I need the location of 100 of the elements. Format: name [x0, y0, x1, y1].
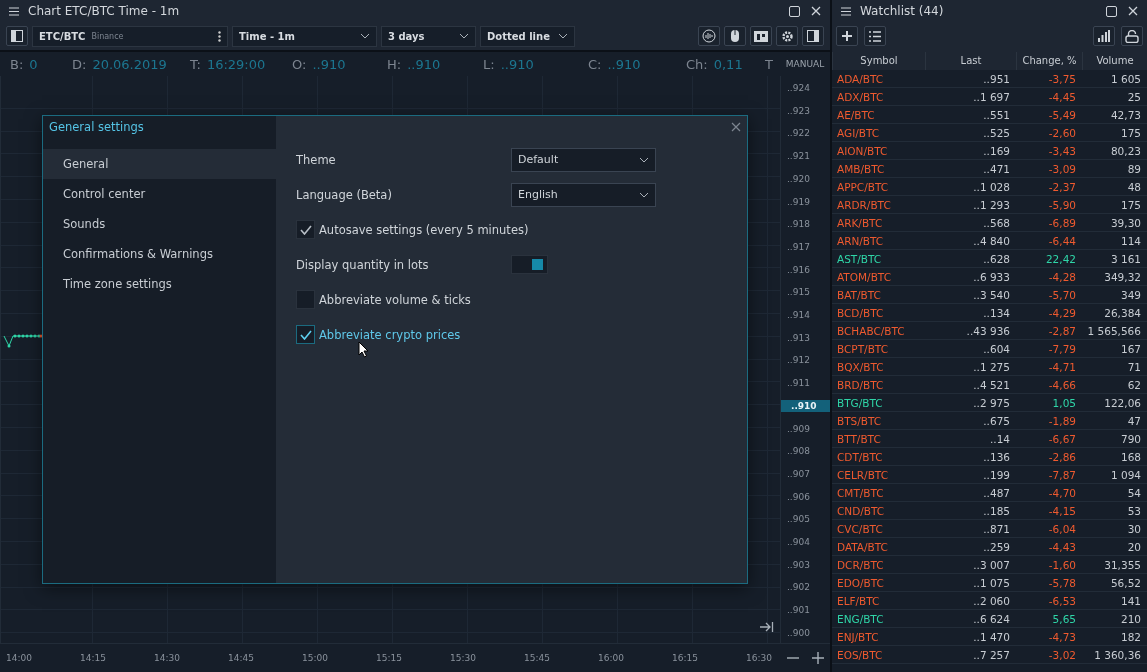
checkbox-label[interactable]: Abbreviate crypto prices — [319, 327, 461, 342]
nav-item[interactable]: Control center — [43, 179, 276, 209]
symbol-cell[interactable]: DCR/BTC — [832, 558, 925, 571]
volume-cell-text: 167 — [1119, 342, 1142, 355]
symbol-cell[interactable]: CVC/BTC — [832, 522, 925, 535]
symbol-cell[interactable]: ENJ/BTC — [832, 630, 925, 643]
lock-icon[interactable] — [1121, 26, 1143, 46]
checkbox-label[interactable]: Abbreviate volume & ticks — [319, 292, 471, 307]
last-price-cell-text: ..2 060 — [972, 594, 1011, 607]
checkbox[interactable] — [296, 325, 315, 344]
symbol-cell[interactable]: BCPT/BTC — [832, 342, 925, 355]
symbol-cell[interactable]: AION/BTC — [832, 144, 925, 157]
time-label: 14:15 — [80, 653, 107, 663]
symbol-cell[interactable]: ADA/BTC — [832, 72, 925, 85]
symbol-cell[interactable]: BTT/BTC — [832, 432, 925, 445]
symbol-cell[interactable]: ARN/BTC — [832, 234, 925, 247]
volume-cell-text: 30 — [1126, 522, 1142, 535]
volume-cell-text: 349,32 — [1103, 270, 1142, 283]
checkbox-label[interactable]: Autosave settings (every 5 minutes) — [319, 222, 529, 237]
add-icon[interactable] — [836, 26, 858, 46]
symbol-cell[interactable]: CDT/BTC — [832, 450, 925, 463]
symbol-cell[interactable]: ARK/BTC — [832, 216, 925, 229]
symbol-cell[interactable]: BCD/BTC — [832, 306, 925, 319]
column-header[interactable]: Change, % — [1016, 52, 1082, 70]
volume-cell-text: 39,30 — [1109, 216, 1142, 229]
toggle-switch[interactable] — [511, 255, 548, 274]
range-select[interactable]: 3 days — [381, 25, 476, 47]
scroll-to-end-icon[interactable] — [760, 620, 774, 635]
settings-icon[interactable] — [776, 26, 798, 46]
symbol-cell[interactable]: BAT/BTC — [832, 288, 925, 301]
symbol-cell[interactable]: AE/BTC — [832, 108, 925, 121]
symbol-cell[interactable]: ARDR/BTC — [832, 198, 925, 211]
nav-item[interactable]: Sounds — [43, 209, 276, 239]
caret-icon — [558, 33, 568, 39]
scale-mode-label[interactable]: MANUAL — [780, 59, 830, 69]
nav-item[interactable]: Time zone settings — [43, 269, 276, 299]
info-value: 16:29:00 — [206, 56, 266, 72]
symbol-cell[interactable]: ELF/BTC — [832, 594, 925, 607]
change-cell-text: -4,71 — [1047, 360, 1077, 373]
info-label: H: — [387, 56, 402, 72]
setting-label: Display quantity in lots — [296, 257, 430, 272]
column-header[interactable]: Last — [925, 52, 1016, 70]
maximize-icon[interactable] — [786, 3, 802, 19]
change-cell-text: -4,43 — [1047, 540, 1077, 553]
bar-chart-icon[interactable] — [1093, 26, 1115, 46]
change-cell-text: -6,04 — [1047, 522, 1077, 535]
nav-item[interactable]: General — [43, 149, 276, 179]
dropdown[interactable]: Default — [511, 147, 656, 172]
zoom-in-icon[interactable] — [809, 650, 826, 666]
price-label: ..920 — [787, 172, 811, 185]
maximize-icon[interactable] — [1103, 3, 1119, 19]
symbol-cell[interactable]: BTS/BTC — [832, 414, 925, 427]
caret-icon — [639, 156, 649, 163]
chart-style-select[interactable]: Dotted line — [480, 25, 575, 47]
exchange-text: Binance — [91, 31, 125, 41]
symbol-cell[interactable]: CELR/BTC — [832, 468, 925, 481]
symbol-cell[interactable]: ADX/BTC — [832, 90, 925, 103]
price-line-drawing — [3, 334, 43, 348]
time-label: 16:30 — [746, 653, 772, 663]
symbol-cell[interactable]: EOS/BTC — [832, 648, 925, 661]
symbol-cell[interactable]: EDO/BTC — [832, 576, 925, 589]
change-cell-text: -1,60 — [1047, 558, 1077, 571]
mouse-icon[interactable] — [724, 26, 746, 46]
symbol-cell[interactable]: BTG/BTC — [832, 396, 925, 409]
symbol-cell[interactable]: BRD/BTC — [832, 378, 925, 391]
column-header[interactable]: Volume — [1082, 52, 1147, 70]
indicator-icon[interactable] — [698, 26, 720, 46]
change-cell-text: -6,67 — [1047, 432, 1077, 445]
symbol-cell[interactable]: AST/BTC — [832, 252, 925, 265]
price-label: ..911 — [787, 377, 811, 390]
template-icon[interactable] — [750, 26, 772, 46]
symbol-cell[interactable]: AMB/BTC — [832, 162, 925, 175]
symbol-cell[interactable]: ENG/BTC — [832, 612, 925, 625]
symbol-cell[interactable]: DATA/BTC — [832, 540, 925, 553]
column-header[interactable]: Symbol — [832, 52, 925, 70]
price-label: ..913 — [787, 331, 811, 344]
symbol-cell[interactable]: CMT/BTC — [832, 486, 925, 499]
symbol-cell[interactable]: BQX/BTC — [832, 360, 925, 373]
change-cell-text: 5,65 — [1051, 612, 1077, 625]
timeframe-select[interactable]: Time - 1m — [232, 25, 377, 47]
last-price-cell-text: ..525 — [982, 126, 1011, 139]
change-cell-text: -3,09 — [1047, 162, 1077, 175]
dropdown[interactable]: English — [511, 182, 656, 207]
checkmark-icon — [299, 329, 312, 340]
panel-toggle-button[interactable] — [802, 26, 824, 46]
kebab-icon[interactable] — [218, 30, 221, 42]
symbol-cell[interactable]: APPC/BTC — [832, 180, 925, 193]
sidebar-toggle-button[interactable] — [6, 26, 28, 46]
symbol-cell[interactable]: AGI/BTC — [832, 126, 925, 139]
caret-icon — [360, 33, 370, 39]
symbol-field[interactable]: ETC/BTC Binance — [32, 25, 228, 47]
checkbox[interactable] — [296, 220, 315, 239]
volume-cell-text: 349 — [1119, 288, 1142, 301]
nav-item[interactable]: Confirmations & Warnings — [43, 239, 276, 269]
setting-label: Theme — [296, 152, 337, 167]
symbol-cell[interactable]: BCHABC/BTC — [832, 324, 925, 337]
list-icon[interactable] — [864, 26, 886, 46]
symbol-cell[interactable]: ATOM/BTC — [832, 270, 925, 283]
symbol-cell[interactable]: CND/BTC — [832, 504, 925, 517]
change-cell-text: -4,28 — [1047, 270, 1077, 283]
